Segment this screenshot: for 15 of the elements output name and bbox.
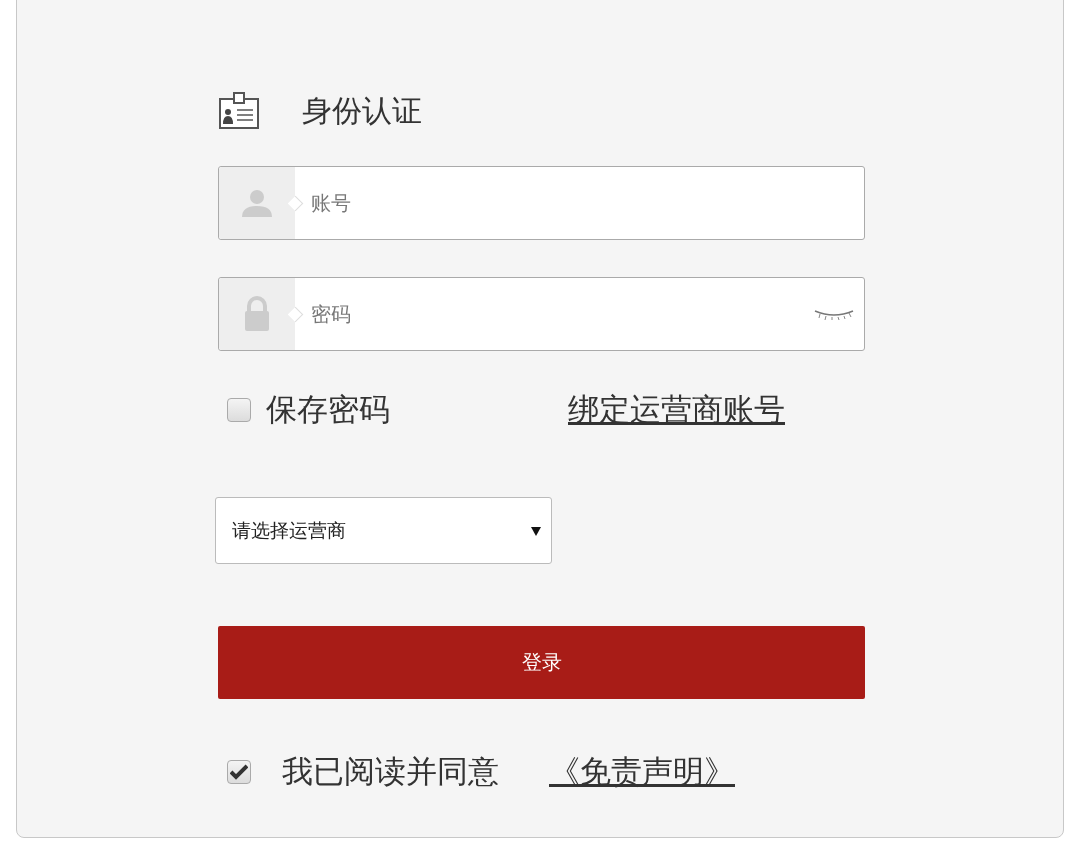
closed-eye-icon[interactable] bbox=[814, 309, 854, 321]
disclaimer-link[interactable]: 《免责声明》 bbox=[549, 751, 735, 793]
checkbox[interactable] bbox=[227, 760, 251, 784]
checkbox[interactable] bbox=[227, 398, 251, 422]
lock-icon bbox=[243, 296, 271, 332]
carrier-select[interactable]: 请选择运营商 bbox=[215, 497, 552, 564]
page-title: 身份认证 bbox=[302, 92, 422, 129]
caret-icon bbox=[531, 525, 541, 536]
bind-account-link[interactable]: 绑定运营商账号 bbox=[568, 389, 785, 431]
login-button[interactable]: 登录 bbox=[218, 626, 865, 699]
agree-label: 我已阅读并同意 bbox=[282, 753, 499, 791]
checkmark-icon bbox=[230, 764, 248, 780]
person-icon bbox=[240, 188, 274, 218]
checkbox-label: 保存密码 bbox=[266, 391, 390, 429]
id-badge-icon bbox=[218, 92, 260, 130]
